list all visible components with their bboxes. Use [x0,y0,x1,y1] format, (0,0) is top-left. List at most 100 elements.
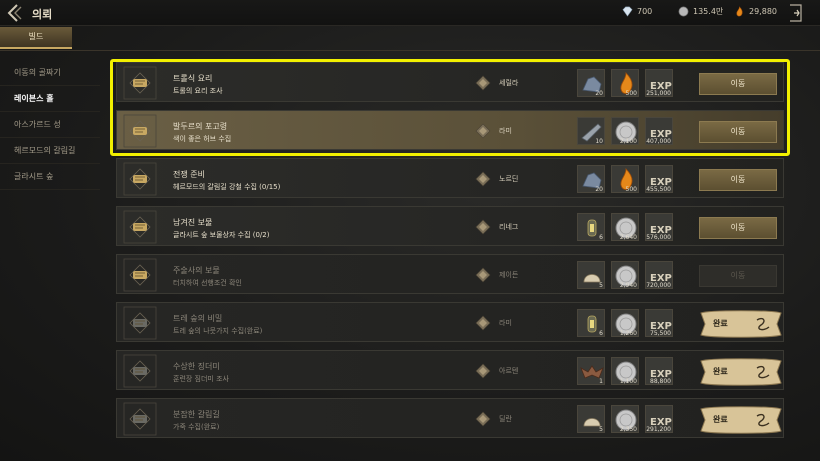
quest-name: 남겨진 보물 [173,218,213,227]
reward-slot-2[interactable]: 1,100 [611,357,639,385]
crystal-currency: 700 [622,6,652,17]
quest-npc-name: 세릴라 [499,79,519,87]
quest-name: 발두르의 포고령 [173,122,228,131]
gold-currency: 29,880 [734,6,777,17]
quest-row[interactable]: 남겨진 보물 글라시트 숲 보물상자 수집 (0/2) 리네그 6 2,640 … [116,206,784,246]
npc-marker-icon [475,363,491,379]
top-bar: 의뢰 700 135.4만 29,880 [0,0,820,26]
move-button[interactable]: 이동 [699,121,777,143]
reward-slot-1[interactable]: 20 [577,165,605,193]
completed-label: 완료 [713,415,728,424]
quest-name: 전쟁 준비 [173,170,205,179]
reward-slot-1[interactable]: 1 [577,357,605,385]
quest-npc-name: 아르텐 [499,367,519,375]
reward-slot-1[interactable]: 6 [577,213,605,241]
quest-npc-name: 라미 [499,127,512,135]
npc-marker-icon [475,75,491,91]
npc-marker-icon [475,315,491,331]
reward-slot-2[interactable]: 500 [611,69,639,97]
npc-marker-icon [475,171,491,187]
quest-scroll-icon [123,114,157,148]
gold-amount: 29,880 [749,7,777,16]
quest-row[interactable]: 발두르의 포고령 색이 좋은 허브 수집 라미 10 2,100 EXP 407,… [116,110,784,150]
completed-scroll-icon [700,406,782,434]
quest-name: 수상한 징더미 [173,362,220,371]
silver-currency: 135.4만 [678,6,723,17]
silver-amount: 135.4만 [693,7,724,16]
reward-slot-3[interactable]: EXP 407,000 [645,117,673,145]
npc-marker-icon [475,267,491,283]
silver-coin-icon [678,6,689,17]
move-button[interactable]: 이동 [699,169,777,191]
sidebar-item-region-5[interactable]: 글라시트 숲 [0,164,100,190]
completed-scroll-icon [700,358,782,386]
reward-slot-3[interactable]: EXP 720,000 [645,261,673,289]
quest-description: 트롤의 요리 조사 [173,87,223,95]
quest-description: 가죽 수집(완료) [173,423,220,431]
npc-marker-icon [475,219,491,235]
crystal-icon [622,6,633,17]
quest-npc-name: 딜란 [499,415,512,423]
back-chevron-icon[interactable] [6,4,22,22]
reward-slot-1[interactable]: 6 [577,309,605,337]
reward-slot-1[interactable]: 5 [577,261,605,289]
move-button[interactable]: 이동 [699,73,777,95]
reward-slot-1[interactable]: 10 [577,117,605,145]
quest-npc-name: 제이든 [499,271,519,279]
npc-marker-icon [475,123,491,139]
quest-row[interactable]: 트롤식 요리 트롤의 요리 조사 세릴라 20 500 EXP 251,000 이… [116,62,784,102]
reward-slot-3[interactable]: EXP 251,000 [645,69,673,97]
sidebar-item-region-1[interactable]: 이동의 골짜기 [0,60,100,86]
sidebar-item-region-2[interactable]: 레이븐스 홀 [0,86,100,112]
quest-description: 트레 숲의 나뭇가지 수집(완료) [173,327,263,335]
reward-slot-2[interactable]: 2,640 [611,213,639,241]
quest-name: 트레 숲의 비밀 [173,314,223,323]
reward-slot-1[interactable]: 5 [577,405,605,433]
completed-label: 완료 [713,367,728,376]
reward-slot-3[interactable]: EXP 291,200 [645,405,673,433]
quest-description: 터치하여 선행조건 확인 [173,279,242,287]
sidebar-item-region-4[interactable]: 헤르모드의 갈림길 [0,138,100,164]
quest-scroll-icon [123,306,157,340]
reward-slot-2[interactable]: 2,940 [611,261,639,289]
quest-description: 헤르모드의 갈림길 강철 수집 (0/15) [173,183,281,191]
quest-row[interactable]: 수상한 징더미 훈련장 짐더미 조사 아르텐 1 1,100 EXP 88,800… [116,350,784,390]
reward-slot-3[interactable]: EXP 75,500 [645,309,673,337]
quest-row[interactable]: 주술사의 보물 터치하여 선행조건 확인 제이든 5 2,940 EXP 720,… [116,254,784,294]
quest-description: 색이 좋은 허브 수집 [173,135,232,143]
region-sidebar: 이동의 골짜기 레이븐스 홀 아스가르드 성 헤르모드의 갈림길 글라시트 숲 [0,60,100,190]
page-title: 의뢰 [32,8,53,21]
quest-scroll-icon [123,354,157,388]
tab-divider [0,50,820,51]
quest-npc-name: 노르딘 [499,175,519,183]
crystal-amount: 700 [637,7,653,16]
completed-scroll-icon [700,310,782,338]
quest-npc-name: 리네그 [499,223,519,231]
reward-slot-1[interactable]: 20 [577,69,605,97]
npc-marker-icon [475,411,491,427]
quest-row[interactable]: 전쟁 준비 헤르모드의 갈림길 강철 수집 (0/15) 노르딘 20 500 … [116,158,784,198]
reward-slot-2[interactable]: 2,100 [611,117,639,145]
reward-slot-3[interactable]: EXP 576,000 [645,213,673,241]
quest-description: 훈련장 짐더미 조사 [173,375,229,383]
reward-slot-3[interactable]: EXP 88,800 [645,357,673,385]
quest-scroll-icon [123,162,157,196]
quest-scroll-icon [123,66,157,100]
reward-slot-3[interactable]: EXP 455,500 [645,165,673,193]
move-button[interactable]: 이동 [699,265,777,287]
quest-description: 글라시트 숲 보물상자 수집 (0/2) [173,231,270,239]
exit-icon[interactable] [788,3,804,23]
sidebar-item-region-3[interactable]: 아스가르드 성 [0,112,100,138]
quest-npc-name: 라미 [499,319,512,327]
reward-slot-2[interactable]: 1,260 [611,309,639,337]
amber-flame-icon [736,6,743,17]
tab-guild[interactable]: 빌드 [0,27,72,49]
quest-row[interactable]: 분잡한 갈림길 가죽 수집(완료) 딜란 5 2,350 EXP 291,200 … [116,398,784,438]
reward-slot-2[interactable]: 2,350 [611,405,639,433]
quest-name: 트롤식 요리 [173,74,213,83]
quest-row[interactable]: 트레 숲의 비밀 트레 숲의 나뭇가지 수집(완료) 라미 6 1,260 EX… [116,302,784,342]
reward-slot-2[interactable]: 500 [611,165,639,193]
move-button[interactable]: 이동 [699,217,777,239]
quest-scroll-icon [123,402,157,436]
quest-scroll-icon [123,210,157,244]
